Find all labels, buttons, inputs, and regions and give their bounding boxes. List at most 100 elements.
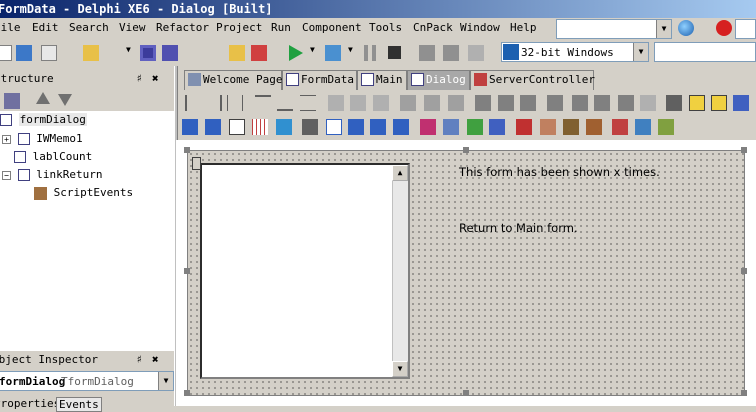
menu-run[interactable]: Run bbox=[271, 21, 291, 34]
close-icon[interactable]: ✖ bbox=[152, 70, 159, 88]
align-middle-icon[interactable] bbox=[300, 95, 316, 111]
expand-icon[interactable]: + bbox=[2, 135, 11, 144]
resize-handle[interactable] bbox=[463, 390, 469, 396]
dropdown-icon[interactable]: ▼ bbox=[126, 45, 134, 61]
grid-icon[interactable] bbox=[498, 95, 514, 111]
menu-help[interactable]: Help bbox=[510, 21, 537, 34]
books-icon[interactable] bbox=[516, 119, 532, 135]
copy-icon[interactable] bbox=[326, 119, 342, 135]
align-bottom-icon[interactable] bbox=[277, 95, 293, 111]
align-right-icon[interactable] bbox=[206, 95, 222, 111]
menu-project[interactable]: Project bbox=[216, 21, 262, 34]
pause-icon[interactable] bbox=[364, 45, 376, 61]
tab-main[interactable]: Main bbox=[357, 70, 407, 90]
bring-front-icon[interactable] bbox=[572, 95, 588, 111]
menu-window[interactable]: Window bbox=[460, 21, 500, 34]
stop-icon[interactable] bbox=[388, 46, 401, 59]
tab-dialog[interactable]: Dialog bbox=[407, 70, 470, 90]
menu-file[interactable]: File bbox=[0, 21, 21, 34]
snap-icon[interactable] bbox=[229, 119, 245, 135]
resize-handle[interactable] bbox=[184, 147, 190, 153]
wand-icon[interactable] bbox=[635, 119, 651, 135]
toolbox-icon[interactable] bbox=[563, 119, 579, 135]
menu-component[interactable]: Component bbox=[302, 21, 362, 34]
center-v-icon[interactable] bbox=[424, 95, 440, 111]
wizard-icon[interactable] bbox=[658, 119, 674, 135]
search-combo[interactable]: ▼ bbox=[556, 19, 672, 39]
tab-welcome-page[interactable]: Welcome Page bbox=[184, 70, 282, 90]
structure-icon[interactable] bbox=[4, 93, 20, 109]
inspector-component-combo[interactable]: formDialog TformDialog ▼ bbox=[0, 371, 174, 391]
size-palette-icon[interactable] bbox=[711, 95, 727, 111]
save-all-icon[interactable] bbox=[162, 45, 178, 61]
lock-icon[interactable] bbox=[618, 95, 634, 111]
resize-handle[interactable] bbox=[741, 390, 747, 396]
menu-edit[interactable]: Edit bbox=[32, 21, 59, 34]
dropdown-icon[interactable]: ▼ bbox=[348, 45, 356, 61]
space-dec-icon[interactable] bbox=[373, 95, 389, 111]
arrow-up-icon[interactable] bbox=[36, 92, 50, 104]
new-icon[interactable] bbox=[0, 45, 12, 61]
resize-handle[interactable] bbox=[741, 147, 747, 153]
resize-handle[interactable] bbox=[741, 268, 747, 274]
align-center-icon[interactable] bbox=[227, 95, 243, 111]
open-folder-icon[interactable] bbox=[83, 45, 99, 61]
iwmemo1[interactable]: ▲ ▼ bbox=[200, 163, 410, 379]
frame-icon[interactable] bbox=[370, 119, 386, 135]
tree-node-linkreturn[interactable]: − linkReturn bbox=[2, 168, 102, 181]
stack-icon[interactable] bbox=[612, 119, 628, 135]
align-left-icon[interactable] bbox=[185, 95, 201, 111]
tree-node-iwmemo1[interactable]: + IWMemo1 bbox=[2, 132, 83, 145]
refresh-icon[interactable] bbox=[443, 119, 459, 135]
tab-order-icon[interactable] bbox=[640, 95, 656, 111]
memo-scrollbar[interactable]: ▲ ▼ bbox=[392, 165, 408, 377]
chevron-down-icon[interactable]: ▼ bbox=[656, 20, 671, 38]
tab-formdata[interactable]: FormData bbox=[282, 70, 357, 90]
pin-icon[interactable]: ♯ bbox=[136, 351, 143, 369]
hide-icon[interactable] bbox=[302, 119, 318, 135]
space-equal-icon[interactable] bbox=[328, 95, 344, 111]
remove-file-icon[interactable] bbox=[251, 45, 267, 61]
collapse-icon[interactable]: − bbox=[2, 171, 11, 180]
grid-icon[interactable] bbox=[475, 95, 491, 111]
grid-icon[interactable] bbox=[547, 95, 563, 111]
pin-icon[interactable]: ♯ bbox=[136, 70, 143, 88]
cog-icon[interactable] bbox=[586, 119, 602, 135]
run-without-debug-icon[interactable] bbox=[325, 45, 341, 61]
globe-icon[interactable] bbox=[678, 20, 694, 36]
menu-view[interactable]: View bbox=[119, 21, 146, 34]
space-inc-icon[interactable] bbox=[350, 95, 366, 111]
chevron-down-icon[interactable]: ▼ bbox=[158, 372, 173, 390]
menu-tools[interactable]: Tools bbox=[369, 21, 402, 34]
run-to-icon[interactable] bbox=[468, 45, 484, 61]
resize-handle[interactable] bbox=[184, 268, 190, 274]
tree-node-scriptevents[interactable]: ScriptEvents bbox=[34, 186, 133, 200]
save-icon[interactable] bbox=[140, 45, 156, 61]
inspector-tab-events[interactable]: Events bbox=[56, 397, 102, 412]
cut-icon[interactable] bbox=[348, 119, 364, 135]
tree-node-lablcount[interactable]: lablCount bbox=[14, 150, 92, 163]
size-icon[interactable] bbox=[448, 95, 464, 111]
resize-handle[interactable] bbox=[184, 390, 190, 396]
grid-toggle-icon[interactable] bbox=[252, 119, 268, 135]
inspector-tab-properties[interactable]: Properties bbox=[0, 397, 60, 410]
run-icon[interactable] bbox=[289, 45, 303, 61]
trace-into-icon[interactable] bbox=[419, 45, 435, 61]
cnpack-icon[interactable] bbox=[716, 20, 732, 36]
select-icon[interactable] bbox=[182, 119, 198, 135]
creation-order-icon[interactable] bbox=[666, 95, 682, 111]
hand-icon[interactable] bbox=[540, 119, 556, 135]
grid-icon[interactable] bbox=[520, 95, 536, 111]
tab-servercontroller[interactable]: ServerController bbox=[470, 70, 595, 90]
open-icon[interactable] bbox=[41, 45, 57, 61]
add-file-icon[interactable] bbox=[229, 45, 245, 61]
align-palette-icon[interactable] bbox=[689, 95, 705, 111]
right-combo[interactable] bbox=[735, 19, 756, 39]
step-over-icon[interactable] bbox=[443, 45, 459, 61]
resize-handle[interactable] bbox=[463, 147, 469, 153]
labl-count[interactable]: This form has been shown x times. bbox=[459, 165, 660, 179]
send-back-icon[interactable] bbox=[594, 95, 610, 111]
arrow-down-icon[interactable] bbox=[58, 94, 72, 106]
dropdown-icon[interactable]: ▼ bbox=[310, 45, 318, 61]
chevron-down-icon[interactable]: ▼ bbox=[633, 43, 648, 61]
